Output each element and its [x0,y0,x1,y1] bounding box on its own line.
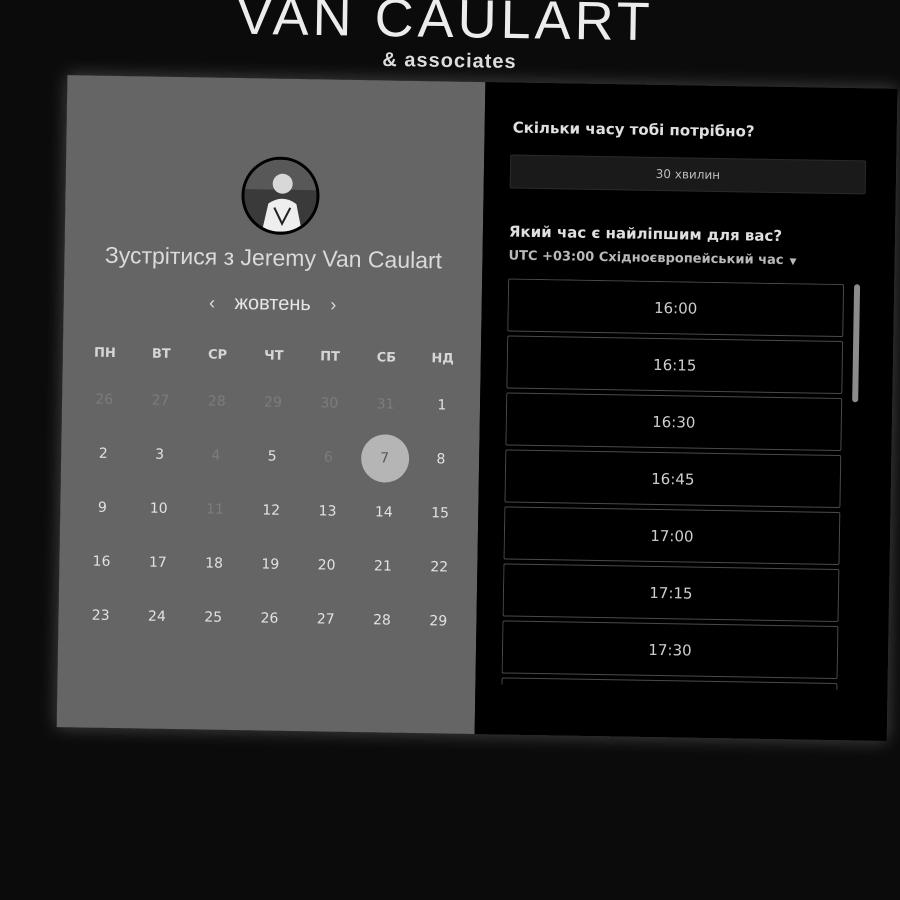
calendar-day[interactable]: 8 [412,435,469,484]
calendar-day-disabled: 11 [205,501,225,518]
calendar-day[interactable]: 12 [243,486,300,535]
calendar-day[interactable]: 5 [244,432,301,481]
calendar-day[interactable]: 16 [73,537,130,586]
host-avatar [240,156,321,236]
calendar-week: 2 3 4 5 6 7 8 [75,429,470,484]
calendar-day[interactable]: 25 [185,593,242,642]
calendar-day[interactable]: 10 [130,484,187,533]
weekday-label: СБ [376,350,397,366]
calendar-day-disabled: 28 [207,393,226,410]
calendar-day[interactable]: 21 [354,542,411,591]
calendar-day[interactable]: 14 [355,488,412,537]
calendar-day-disabled: 26 [95,391,114,408]
timezone-select[interactable]: UTC +03:00 Східноєвропейський час ▼ [508,249,796,269]
calendar-day[interactable]: 13 [299,487,356,536]
slot-list-scrollbar[interactable] [852,284,861,403]
calendar-day-disabled: 4 [211,447,221,464]
timezone-label: UTC +03:00 Східноєвропейський час [508,248,784,269]
calendar-day[interactable]: 9 [74,483,131,532]
booking-card: Зустрітися з Jeremy Van Caulart ‹ жовтен… [56,75,898,741]
calendar-day-disabled: 29 [263,394,283,411]
time-slot-list[interactable]: 16:00 16:15 16:30 16:45 17:00 17:15 17:3… [501,278,846,691]
time-slot[interactable]: 17:30 [501,620,839,680]
calendar-day[interactable]: 28 [353,596,410,645]
weekday-label: ЧТ [264,348,284,364]
calendar-day[interactable]: 15 [412,489,469,538]
time-slot[interactable]: 16:15 [506,335,844,395]
time-slot[interactable]: 17:15 [502,563,840,623]
meet-title: Зустрітися з Jeremy Van Caulart [64,241,482,275]
calendar-day[interactable]: 17 [129,538,186,587]
calendar-day[interactable]: 24 [128,592,185,641]
duration-select[interactable]: 30 хвилин [509,154,867,195]
selected-day-label: 7 [360,434,410,483]
time-slot[interactable]: 16:00 [507,278,845,338]
calendar-panel: Зустрітися з Jeremy Van Caulart ‹ жовтен… [56,75,486,735]
calendar-day[interactable]: 23 [72,591,129,640]
month-navigation: ‹ жовтень › [64,289,482,319]
calendar-day[interactable]: 1 [413,381,470,430]
calendar-day[interactable]: 18 [186,539,243,588]
time-slot[interactable]: 16:30 [505,392,843,452]
calendar-day[interactable]: 3 [131,430,188,479]
calendar-week: 16 17 18 19 20 21 22 [73,537,468,592]
time-slot[interactable]: 17:00 [503,506,841,566]
calendar-day[interactable]: 2 [75,429,132,478]
weekday-label: ПН [93,345,116,362]
calendar-day[interactable]: 27 [297,595,354,644]
calendar-day-disabled: 6 [323,449,334,466]
calendar-day-selected[interactable]: 7 [356,434,413,483]
calendar-day-disabled: 30 [320,395,339,412]
meet-prefix: Зустрітися з [104,241,235,270]
calendar-day-disabled: 31 [376,396,395,413]
calendar-day[interactable]: 26 [241,594,298,643]
month-label: жовтень [234,291,311,316]
next-month-button[interactable]: › [316,294,350,316]
brand-header: VAN CAULART & associates [0,0,900,80]
time-slot[interactable]: 16:45 [504,449,842,509]
calendar-week: 9 10 11 12 13 14 15 [74,483,469,538]
calendar-day[interactable]: 29 [410,597,467,646]
calendar-week: 26 27 28 29 30 31 1 [76,375,471,430]
caret-down-icon: ▼ [789,257,797,268]
weekday-label: СР [207,347,228,363]
weekday-header: ПН ВТ СР ЧТ ПТ СБ НД [77,345,471,367]
duration-question: Скільки часу тобі потрібно? [512,118,755,141]
host-name: Jeremy Van Caulart [240,244,443,274]
calendar-day[interactable]: 19 [242,540,299,589]
time-panel: Скільки часу тобі потрібно? 30 хвилин Як… [474,82,898,741]
time-slot[interactable] [501,677,838,691]
weekday-label: НД [431,351,454,367]
weekday-label: ПТ [320,349,341,365]
calendar-week: 23 24 25 26 27 28 29 [72,591,467,646]
weekday-label: ВТ [151,346,171,362]
prev-month-button[interactable]: ‹ [195,292,229,314]
time-question: Який час є найліпшим для вас? [508,222,783,246]
calendar-day[interactable]: 20 [298,541,355,590]
calendar-day-disabled: 27 [151,392,170,409]
calendar-day[interactable]: 22 [411,543,468,592]
